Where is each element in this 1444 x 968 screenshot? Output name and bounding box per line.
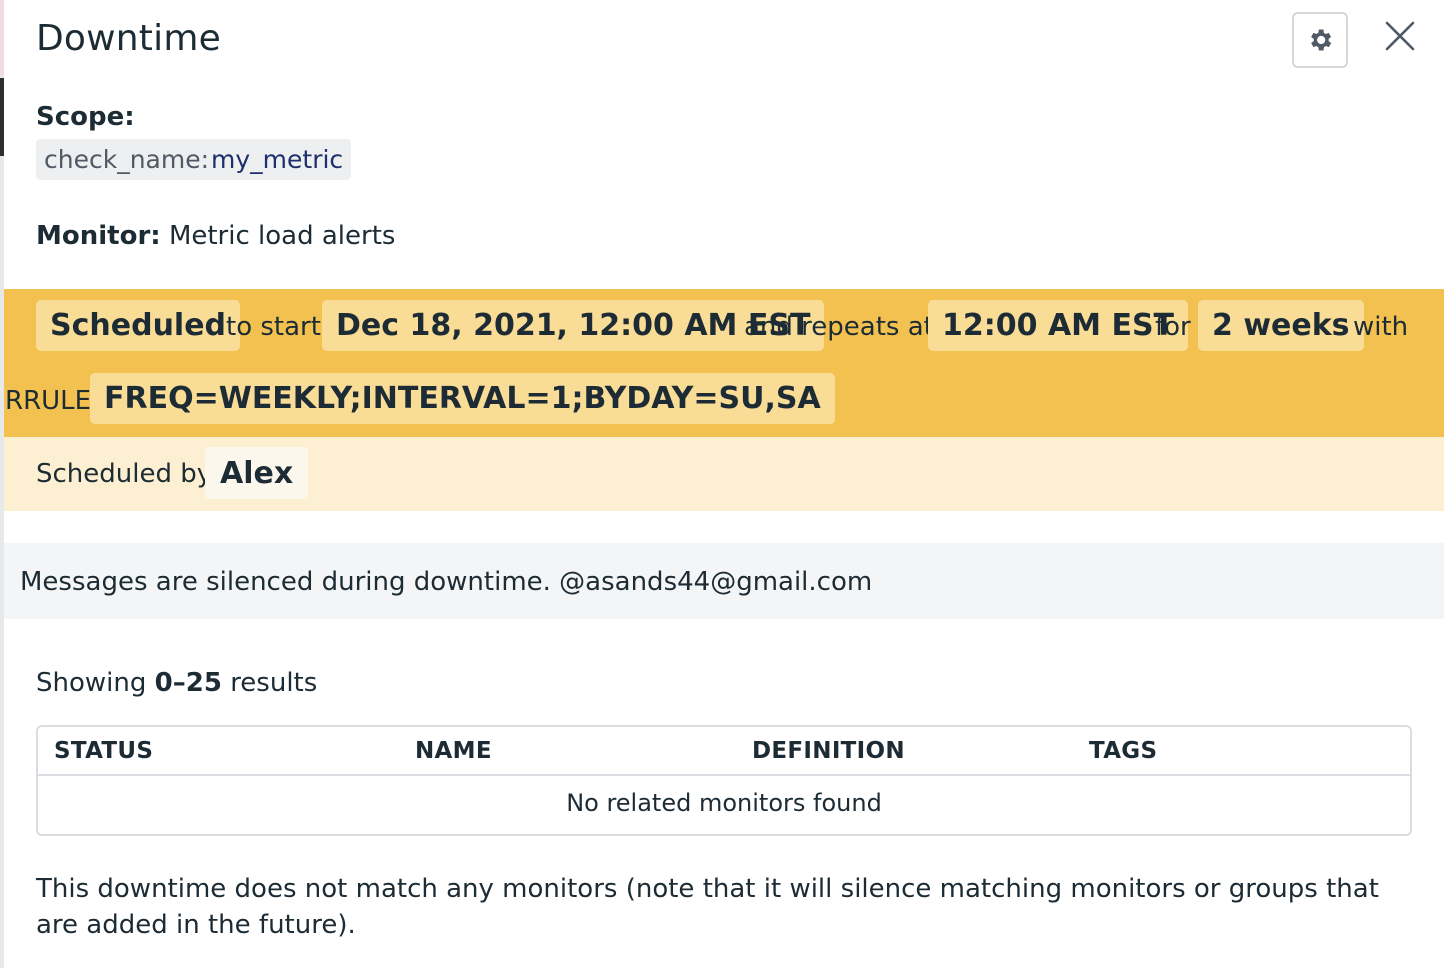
column-header-status[interactable]: STATUS bbox=[54, 738, 153, 764]
scope-label: Scope: bbox=[36, 102, 135, 132]
column-header-tags[interactable]: TAGS bbox=[1089, 738, 1157, 764]
duration-chip: 2 weeks bbox=[1198, 300, 1364, 351]
settings-button[interactable] bbox=[1292, 12, 1348, 68]
schedule-status-chip: Scheduled bbox=[36, 300, 241, 351]
scheduled-by-row: Scheduled by Alex bbox=[4, 437, 1444, 511]
background-panel-edge bbox=[0, 0, 4, 76]
table-empty-message: No related monitors found bbox=[566, 789, 882, 817]
author-chip: Alex bbox=[205, 447, 309, 499]
results-suffix: results bbox=[230, 668, 318, 698]
schedule-banner: Scheduled to start Dec 18, 2021, 12:00 A… bbox=[4, 289, 1444, 437]
results-prefix: Showing bbox=[36, 668, 147, 698]
results-range: 0–25 bbox=[154, 668, 222, 698]
scope-tag-key: check_name: bbox=[44, 145, 210, 174]
monitors-table: STATUS NAME DEFINITION TAGS No related m… bbox=[36, 725, 1412, 836]
repeat-time-chip: 12:00 AM EST bbox=[928, 300, 1189, 351]
close-icon bbox=[1385, 21, 1415, 51]
scope-tag[interactable]: check_name: my_metric bbox=[36, 139, 352, 180]
with-text: with bbox=[1353, 312, 1409, 342]
monitor-label: Monitor: bbox=[36, 221, 161, 251]
column-header-definition[interactable]: DEFINITION bbox=[752, 738, 905, 764]
results-count: Showing 0–25 results bbox=[36, 668, 317, 698]
scheduled-by-text: Scheduled by bbox=[36, 459, 213, 489]
to-start-text: to start bbox=[226, 312, 321, 342]
panel-title: Downtime bbox=[36, 18, 221, 59]
message-box: Messages are silenced during downtime. @… bbox=[4, 543, 1444, 619]
for-text: for bbox=[1155, 312, 1191, 342]
repeats-at-text: and repeats at bbox=[744, 312, 934, 342]
table-header: STATUS NAME DEFINITION TAGS bbox=[38, 727, 1410, 776]
close-button[interactable] bbox=[1380, 16, 1420, 56]
monitor-name: Metric load alerts bbox=[168, 221, 396, 251]
scope-tag-value: my_metric bbox=[211, 145, 344, 174]
column-header-name[interactable]: NAME bbox=[415, 738, 492, 764]
rrule-label: RRULE bbox=[5, 386, 92, 416]
message-text: Messages are silenced during downtime. @… bbox=[20, 567, 873, 597]
background-panel-marker bbox=[0, 78, 4, 156]
no-match-note: This downtime does not match any monitor… bbox=[36, 874, 1379, 940]
gear-icon bbox=[1311, 29, 1332, 51]
monitor-line: Monitor: Metric load alerts bbox=[36, 221, 395, 251]
rrule-chip: FREQ=WEEKLY;INTERVAL=1;BYDAY=SU,SA bbox=[90, 373, 835, 424]
